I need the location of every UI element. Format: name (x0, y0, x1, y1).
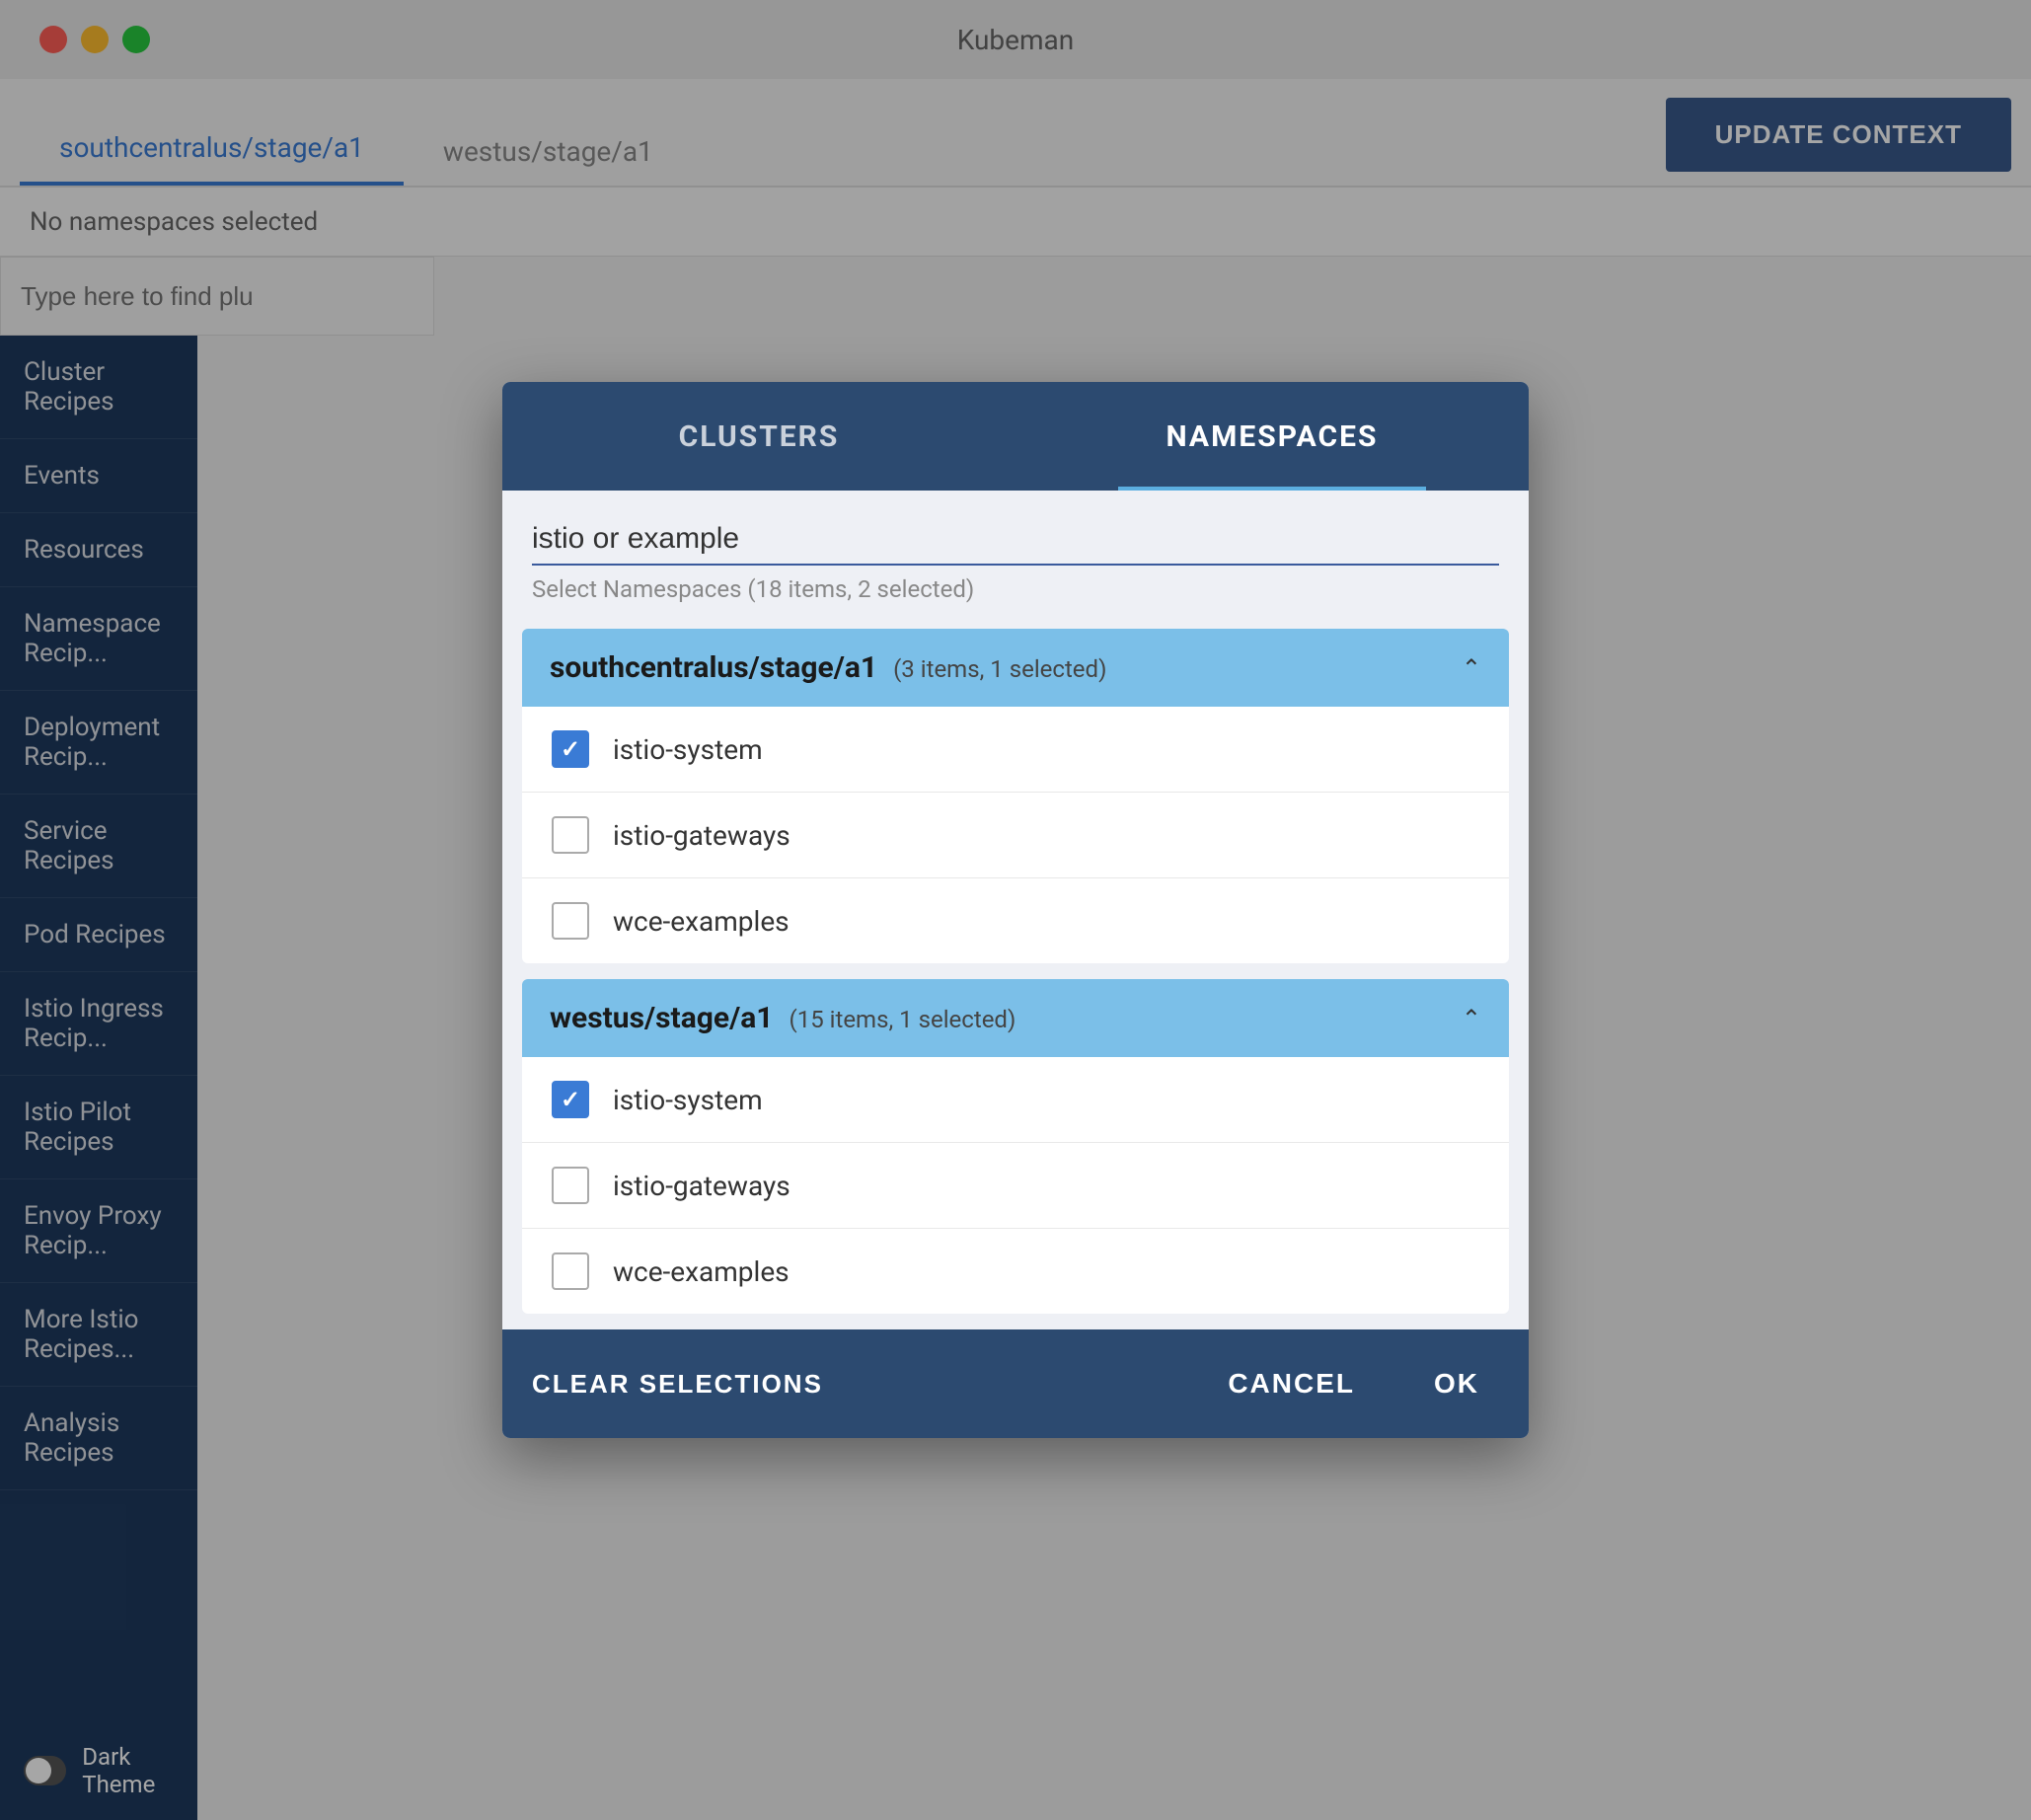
ns-label-1-1: istio-system (613, 733, 763, 766)
ns-label-1-3: wce-examples (613, 905, 790, 938)
cluster-group-southcentralus: southcentralus/stage/a1 (3 items, 1 sele… (522, 629, 1509, 963)
ns-checkbox-2-2[interactable] (552, 1167, 589, 1204)
clear-selections-button[interactable]: CLEAR SELECTIONS (532, 1369, 823, 1400)
modal-tab-namespaces[interactable]: NAMESPACES (1016, 382, 1529, 491)
cluster-group-westus: westus/stage/a1 (15 items, 1 selected) ⌃… (522, 979, 1509, 1314)
modal-search-area: Select Namespaces (18 items, 2 selected) (502, 491, 1529, 613)
select-info: Select Namespaces (18 items, 2 selected) (532, 575, 1499, 603)
modal-dialog: CLUSTERS NAMESPACES Select Namespaces (1… (502, 382, 1529, 1438)
ns-label-1-2: istio-gateways (613, 819, 790, 852)
ns-label-2-3: wce-examples (613, 1255, 790, 1288)
modal-tabs: CLUSTERS NAMESPACES (502, 382, 1529, 491)
app-background: Kubeman southcentralus/stage/a1 westus/s… (0, 0, 2031, 1820)
ok-button[interactable]: OK (1414, 1358, 1499, 1409)
footer-right: CANCEL OK (1208, 1358, 1499, 1409)
cancel-button[interactable]: CANCEL (1208, 1358, 1375, 1409)
modal-overlay: CLUSTERS NAMESPACES Select Namespaces (1… (0, 0, 2031, 1820)
ns-item-2-3[interactable]: wce-examples (522, 1229, 1509, 1314)
cluster-header-southcentralus[interactable]: southcentralus/stage/a1 (3 items, 1 sele… (522, 629, 1509, 707)
cluster-header-left-1: southcentralus/stage/a1 (3 items, 1 sele… (550, 650, 1106, 685)
cluster-count-2: (15 items, 1 selected) (790, 1006, 1016, 1033)
chevron-up-icon-1: ⌃ (1462, 654, 1481, 682)
namespace-search-input[interactable] (532, 514, 1499, 566)
cluster-header-westus[interactable]: westus/stage/a1 (15 items, 1 selected) ⌃ (522, 979, 1509, 1057)
ns-item-2-1[interactable]: istio-system (522, 1057, 1509, 1143)
cluster-name-2: westus/stage/a1 (550, 1001, 774, 1035)
ns-checkbox-2-3[interactable] (552, 1252, 589, 1290)
ns-item-1-2[interactable]: istio-gateways (522, 793, 1509, 878)
modal-body: Select Namespaces (18 items, 2 selected)… (502, 491, 1529, 1329)
ns-checkbox-1-3[interactable] (552, 902, 589, 940)
cluster-name-1: southcentralus/stage/a1 (550, 650, 877, 685)
chevron-up-icon-2: ⌃ (1462, 1005, 1481, 1032)
ns-item-1-1[interactable]: istio-system (522, 707, 1509, 793)
cluster-header-left-2: westus/stage/a1 (15 items, 1 selected) (550, 1001, 1016, 1035)
ns-list-westus: istio-system istio-gateways wce-examples (522, 1057, 1509, 1314)
cluster-count-1: (3 items, 1 selected) (893, 655, 1106, 683)
modal-tab-clusters[interactable]: CLUSTERS (502, 382, 1016, 491)
ns-checkbox-1-1[interactable] (552, 730, 589, 768)
ns-label-2-1: istio-system (613, 1084, 763, 1116)
ns-list-southcentralus: istio-system istio-gateways wce-examples (522, 707, 1509, 963)
ns-checkbox-2-1[interactable] (552, 1081, 589, 1118)
ns-checkbox-1-2[interactable] (552, 816, 589, 854)
modal-footer: CLEAR SELECTIONS CANCEL OK (502, 1329, 1529, 1438)
ns-item-1-3[interactable]: wce-examples (522, 878, 1509, 963)
ns-item-2-2[interactable]: istio-gateways (522, 1143, 1509, 1229)
ns-label-2-2: istio-gateways (613, 1170, 790, 1202)
